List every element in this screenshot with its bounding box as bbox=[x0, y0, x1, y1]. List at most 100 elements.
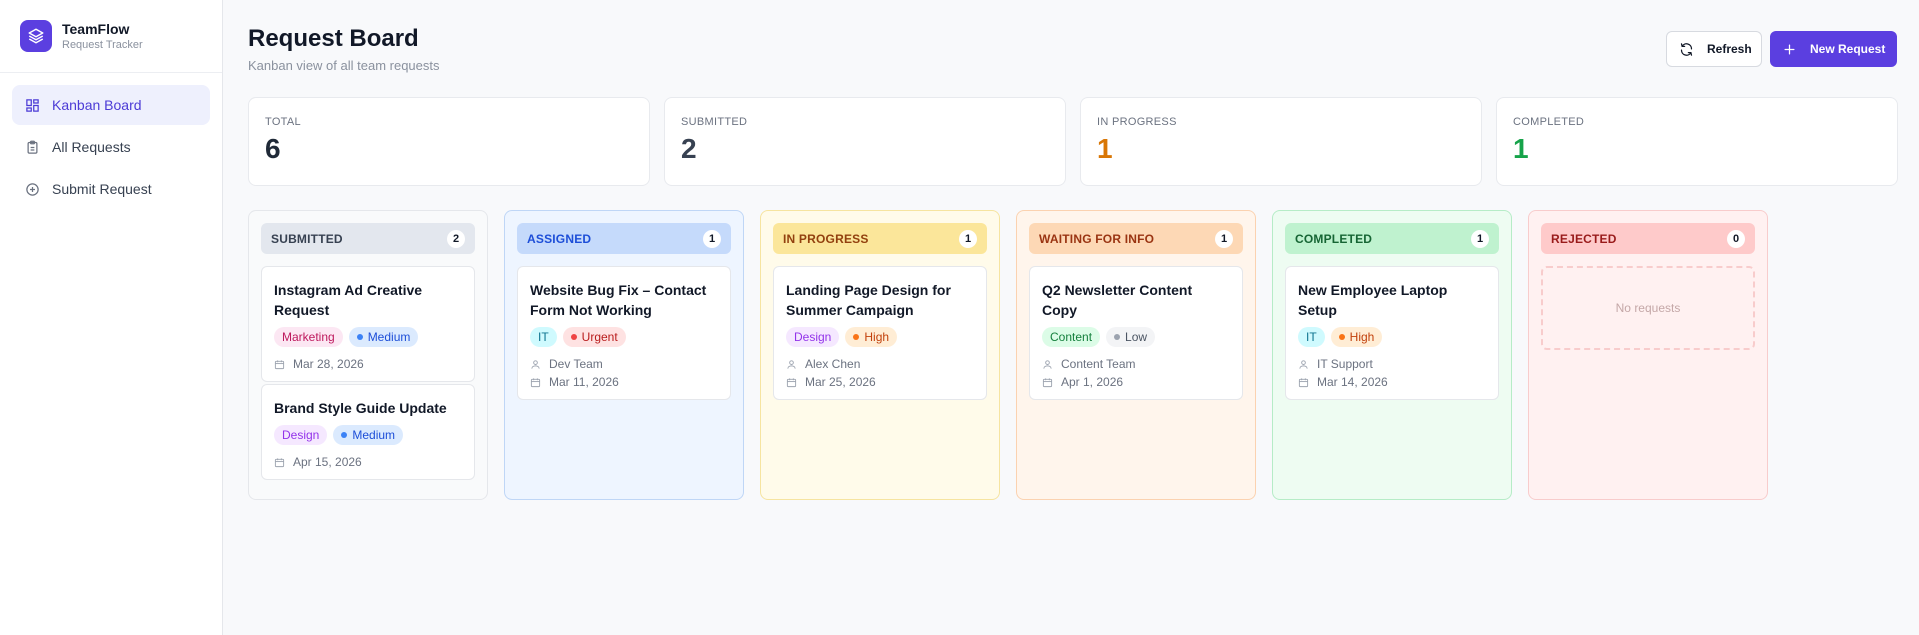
refresh-label: Refresh bbox=[1707, 42, 1752, 56]
column-header: COMPLETED 1 bbox=[1285, 223, 1499, 254]
priority-tag: Low bbox=[1106, 327, 1156, 347]
card-title: Brand Style Guide Update bbox=[274, 400, 447, 416]
category-tag: IT bbox=[530, 327, 557, 347]
category-label: Marketing bbox=[282, 330, 335, 344]
new-request-label: New Request bbox=[1810, 42, 1886, 56]
sidebar-item-submit-request[interactable]: Submit Request bbox=[12, 169, 210, 209]
stat-card-total: TOTAL 6 bbox=[248, 97, 650, 186]
user-icon bbox=[1299, 359, 1308, 369]
column-count: 1 bbox=[703, 229, 721, 248]
priority-tag: Medium bbox=[348, 327, 419, 347]
card-title: Landing Page Design for Summer Campaign bbox=[786, 282, 951, 318]
kanban-icon bbox=[24, 97, 40, 113]
assignee-label: Alex Chen bbox=[805, 357, 861, 371]
priority-label: Medium bbox=[367, 330, 411, 344]
brand-name: TeamFlow bbox=[62, 20, 130, 37]
column-count: 1 bbox=[959, 229, 977, 248]
priority-dot-icon bbox=[1338, 334, 1345, 340]
priority-label: Medium bbox=[352, 428, 396, 442]
stat-label: COMPLETED bbox=[1513, 116, 1585, 128]
user-icon bbox=[787, 359, 796, 369]
column-title: SUBMITTED bbox=[271, 231, 343, 246]
column-title: COMPLETED bbox=[1295, 231, 1373, 246]
stat-card-completed: COMPLETED 1 bbox=[1496, 97, 1898, 186]
user-icon bbox=[1043, 359, 1052, 369]
request-card[interactable]: Brand Style Guide Update Design Medium A… bbox=[261, 384, 475, 480]
calendar-icon bbox=[530, 377, 541, 387]
empty-state: No requests bbox=[1541, 266, 1755, 350]
stat-label: TOTAL bbox=[265, 116, 301, 128]
request-card[interactable]: Landing Page Design for Summer Campaign … bbox=[773, 266, 987, 400]
priority-tag: Urgent bbox=[562, 327, 626, 347]
column-count: 2 bbox=[447, 229, 465, 248]
column-submitted: SUBMITTED 2 Instagram Ad Creative Request… bbox=[248, 210, 488, 500]
column-title: REJECTED bbox=[1551, 231, 1617, 246]
stat-value: 6 bbox=[265, 133, 281, 164]
column-header: IN PROGRESS 1 bbox=[773, 223, 987, 254]
column-count: 1 bbox=[1215, 229, 1233, 248]
date-label: Mar 14, 2026 bbox=[1317, 375, 1388, 389]
column-title: IN PROGRESS bbox=[783, 231, 869, 246]
sidebar-item-all-requests[interactable]: All Requests bbox=[12, 127, 210, 167]
stat-label: IN PROGRESS bbox=[1097, 116, 1177, 128]
column-header: REJECTED 0 bbox=[1541, 223, 1755, 254]
page-subtitle: Kanban view of all team requests bbox=[248, 58, 440, 73]
priority-dot-icon bbox=[853, 334, 860, 340]
sidebar-item-label: All Requests bbox=[52, 139, 131, 155]
stat-value: 2 bbox=[681, 133, 697, 164]
priority-dot-icon bbox=[356, 334, 363, 340]
main-content: Request Board Kanban view of all team re… bbox=[224, 0, 1919, 635]
card-assignee: Dev Team bbox=[530, 357, 718, 371]
priority-label: Low bbox=[1125, 330, 1148, 344]
category-tag: Design bbox=[274, 425, 328, 445]
column-waiting-for-info: WAITING FOR INFO 1 Q2 Newsletter Content … bbox=[1016, 210, 1256, 500]
layers-icon bbox=[20, 20, 52, 52]
priority-label: High bbox=[864, 330, 890, 344]
card-assignee: Alex Chen bbox=[786, 357, 974, 371]
stat-label: SUBMITTED bbox=[681, 116, 748, 128]
request-card[interactable]: New Employee Laptop Setup IT High IT Sup… bbox=[1285, 266, 1499, 400]
card-assignee: IT Support bbox=[1298, 357, 1486, 371]
plus-icon bbox=[1784, 44, 1795, 54]
sidebar-item-label: Kanban Board bbox=[52, 97, 142, 113]
assignee-label: Content Team bbox=[1061, 357, 1136, 371]
request-card[interactable]: Q2 Newsletter Content Copy Content Low C… bbox=[1029, 266, 1243, 400]
column-completed: COMPLETED 1 New Employee Laptop Setup IT … bbox=[1272, 210, 1512, 500]
plus-circle-icon bbox=[24, 181, 40, 197]
column-header: ASSIGNED 1 bbox=[517, 223, 731, 254]
date-label: Apr 1, 2026 bbox=[1061, 375, 1124, 389]
request-card[interactable]: Instagram Ad Creative Request Marketing … bbox=[261, 266, 475, 382]
priority-label: Urgent bbox=[581, 330, 618, 344]
category-label: IT bbox=[1306, 330, 1317, 344]
sidebar-item-kanban-board[interactable]: Kanban Board bbox=[12, 85, 210, 125]
category-label: Content bbox=[1050, 330, 1093, 344]
column-header: WAITING FOR INFO 1 bbox=[1029, 223, 1243, 254]
calendar-icon bbox=[274, 359, 285, 369]
stats-row: TOTAL 6 SUBMITTED 2 IN PROGRESS 1 COMPLE… bbox=[248, 97, 1898, 186]
priority-tag: High bbox=[1330, 327, 1383, 347]
stat-card-in-progress: IN PROGRESS 1 bbox=[1080, 97, 1482, 186]
calendar-icon bbox=[1298, 377, 1309, 387]
sidebar-item-label: Submit Request bbox=[52, 181, 152, 197]
new-request-button[interactable]: New Request bbox=[1770, 31, 1897, 67]
brand: TeamFlow Request Tracker bbox=[0, 0, 222, 73]
column-title: WAITING FOR INFO bbox=[1039, 231, 1155, 246]
category-tag: Design bbox=[786, 327, 840, 347]
category-label: IT bbox=[538, 330, 549, 344]
refresh-button[interactable]: Refresh bbox=[1666, 31, 1762, 67]
column-count: 1 bbox=[1471, 229, 1489, 248]
card-title: Instagram Ad Creative Request bbox=[274, 282, 423, 318]
category-tag: IT bbox=[1298, 327, 1325, 347]
assignee-label: Dev Team bbox=[549, 357, 603, 371]
date-label: Mar 28, 2026 bbox=[293, 357, 364, 371]
column-count: 0 bbox=[1727, 229, 1745, 248]
date-label: Apr 15, 2026 bbox=[293, 455, 362, 469]
request-card[interactable]: Website Bug Fix – Contact Form Not Worki… bbox=[517, 266, 731, 400]
column-rejected: REJECTED 0 No requests bbox=[1528, 210, 1768, 500]
category-label: Design bbox=[282, 428, 320, 442]
column-header: SUBMITTED 2 bbox=[261, 223, 475, 254]
card-date: Mar 28, 2026 bbox=[274, 357, 462, 371]
stat-value: 1 bbox=[1513, 133, 1529, 164]
priority-tag: Medium bbox=[333, 425, 404, 445]
card-title: Q2 Newsletter Content Copy bbox=[1042, 282, 1193, 318]
